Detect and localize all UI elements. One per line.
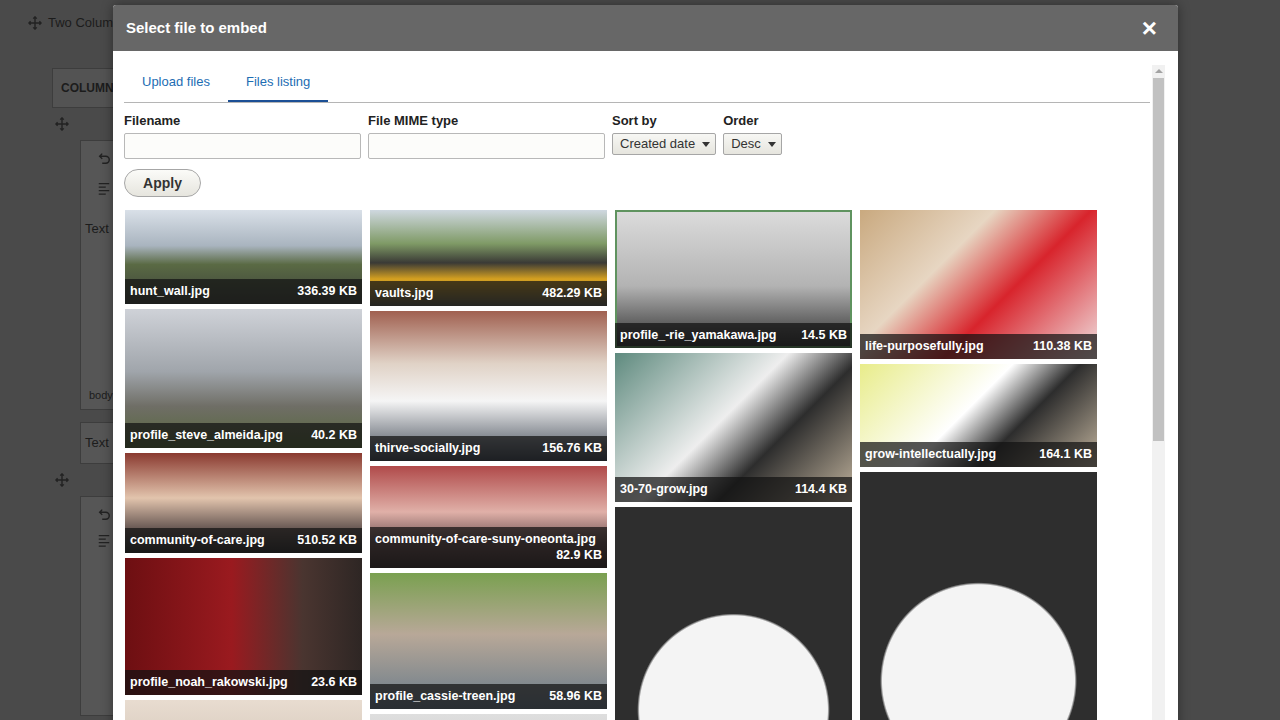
sort-by-label: Sort by (612, 113, 716, 129)
file-tile[interactable]: profile_steve_almeida.jpg 40.2 KB (125, 309, 362, 448)
file-caption: grow-intellectually.jpg 164.1 KB (860, 442, 1097, 467)
embed-dialog: Select file to embed × Upload filesFiles… (113, 5, 1178, 720)
file-caption: profile_cassie-treen.jpg 58.96 KB (370, 684, 607, 709)
file-size: 58.96 KB (549, 688, 602, 704)
order-select[interactable]: Desc (723, 133, 782, 155)
align-icon[interactable] (97, 181, 111, 195)
scroll-up-icon[interactable] (1155, 69, 1163, 73)
tab-bar: Upload filesFiles listing (124, 62, 1150, 103)
apply-button[interactable]: Apply (124, 169, 201, 197)
file-size: 156.76 KB (542, 440, 602, 456)
file-tile[interactable] (615, 507, 852, 720)
file-name: 30-70-grow.jpg (620, 481, 708, 497)
file-caption: hunt_wall.jpg 336.39 KB (125, 279, 362, 304)
file-name: profile_cassie-treen.jpg (375, 688, 515, 704)
file-size: 510.52 KB (297, 532, 357, 548)
sort-by-select[interactable]: Created date (612, 133, 716, 155)
file-name: grow-intellectually.jpg (865, 446, 996, 462)
scrollbar-thumb[interactable] (1153, 78, 1164, 441)
file-tile[interactable]: profile_-rie_yamakawa.jpg 14.5 KB (615, 210, 852, 348)
dialog-header: Select file to embed × (113, 5, 1178, 51)
file-name: community-of-care.jpg (130, 532, 265, 548)
file-tile[interactable] (860, 472, 1097, 720)
file-name: thirve-socially.jpg (375, 440, 480, 456)
file-caption: profile_steve_almeida.jpg 40.2 KB (125, 423, 362, 448)
file-tile[interactable]: 30-70-grow.jpg 114.4 KB (615, 353, 852, 502)
file-tile[interactable]: grow-intellectually.jpg 164.1 KB (860, 364, 1097, 467)
file-caption: profile_-rie_yamakawa.jpg 14.5 KB (615, 323, 852, 348)
file-tile[interactable] (125, 700, 362, 720)
file-column: hunt_wall.jpg 336.39 KB profile_steve_alme… (125, 210, 362, 720)
undo-icon[interactable] (97, 151, 111, 165)
file-caption: 30-70-grow.jpg 114.4 KB (615, 477, 852, 502)
file-tile[interactable]: hunt_wall.jpg 336.39 KB (125, 210, 362, 304)
order-label: Order (723, 113, 782, 129)
file-name: community-of-care-suny-oneonta.jpg (375, 531, 596, 547)
move-icon[interactable] (55, 473, 69, 487)
scrollbar[interactable] (1152, 65, 1165, 720)
tab[interactable]: Upload files (124, 62, 228, 102)
file-size: 110.38 KB (1033, 338, 1092, 354)
file-column: life-purposefully.jpg 110.38 KB grow-intel… (860, 210, 1097, 720)
file-size: 82.9 KB (556, 547, 602, 563)
file-name: profile_steve_almeida.jpg (130, 427, 283, 443)
file-size: 114.4 KB (795, 481, 847, 497)
file-name: life-purposefully.jpg (865, 338, 984, 354)
file-caption: life-purposefully.jpg 110.38 KB (860, 334, 1097, 359)
file-caption: community-of-care.jpg 510.52 KB (125, 528, 362, 553)
file-size: 23.6 KB (311, 674, 357, 690)
file-tile[interactable] (370, 714, 607, 720)
file-size: 482.29 KB (542, 285, 602, 301)
sort-by-group: Sort by Created date (612, 113, 716, 159)
file-tile[interactable]: life-purposefully.jpg 110.38 KB (860, 210, 1097, 359)
filename-group: Filename (124, 113, 361, 159)
dialog-title: Select file to embed (126, 17, 267, 40)
close-button[interactable]: × (1138, 15, 1161, 41)
file-size: 40.2 KB (311, 427, 357, 443)
file-column: profile_-rie_yamakawa.jpg 14.5 KB 30-70-gr… (615, 210, 852, 720)
file-column: vaults.jpg 482.29 KB thirve-socially.jpg 15… (370, 210, 607, 720)
file-grid: hunt_wall.jpg 336.39 KB profile_steve_alme… (125, 210, 1150, 720)
file-caption: profile_noah_rakowski.jpg 23.6 KB (125, 670, 362, 695)
filter-bar: Filename File MIME type Sort by Created dat… (124, 113, 1150, 159)
file-size: 14.5 KB (801, 327, 847, 343)
file-size: 164.1 KB (1039, 446, 1092, 462)
mime-type-input[interactable] (368, 133, 605, 159)
filename-label: Filename (124, 113, 361, 129)
file-caption: community-of-care-suny-oneonta.jpg82.9 K… (370, 527, 607, 568)
tab[interactable]: Files listing (228, 62, 328, 102)
align-icon[interactable] (97, 533, 111, 547)
dialog-body: Upload filesFiles listing Filename File M… (113, 51, 1178, 720)
file-caption: vaults.jpg 482.29 KB (370, 281, 607, 306)
file-caption: thirve-socially.jpg 156.76 KB (370, 436, 607, 461)
order-group: Order Desc (723, 113, 782, 159)
page-heading: Two Colum (48, 13, 113, 33)
move-icon[interactable] (55, 117, 69, 131)
file-name: profile_noah_rakowski.jpg (130, 674, 288, 690)
file-tile[interactable]: community-of-care.jpg 510.52 KB (125, 453, 362, 553)
file-tile[interactable]: vaults.jpg 482.29 KB (370, 210, 607, 306)
file-name: vaults.jpg (375, 285, 433, 301)
file-name: profile_-rie_yamakawa.jpg (620, 327, 776, 343)
mime-type-group: File MIME type (368, 113, 605, 159)
file-tile[interactable]: community-of-care-suny-oneonta.jpg82.9 K… (370, 466, 607, 568)
file-name: hunt_wall.jpg (130, 283, 210, 299)
undo-icon[interactable] (97, 507, 111, 521)
file-size: 336.39 KB (297, 283, 357, 299)
file-tile[interactable]: profile_cassie-treen.jpg 58.96 KB (370, 573, 607, 709)
filename-input[interactable] (124, 133, 361, 159)
file-tile[interactable]: profile_noah_rakowski.jpg 23.6 KB (125, 558, 362, 695)
move-icon[interactable] (28, 16, 42, 30)
mime-type-label: File MIME type (368, 113, 605, 129)
file-tile[interactable]: thirve-socially.jpg 156.76 KB (370, 311, 607, 461)
page-background: Two Colum COLUMN Textbody Text Select fi… (0, 0, 1280, 720)
